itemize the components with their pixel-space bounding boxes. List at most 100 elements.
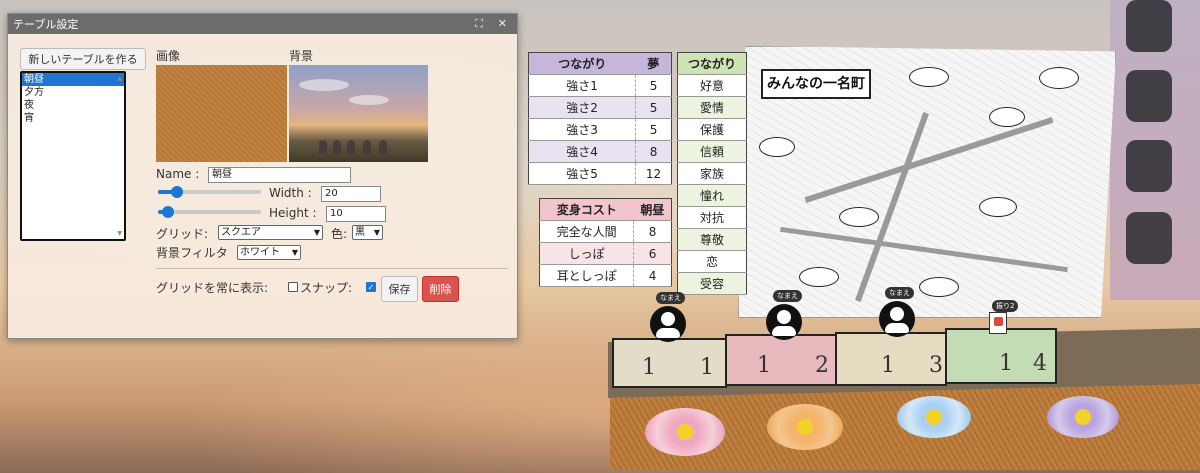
table-cell: 尊敬 xyxy=(677,228,747,251)
flower-token[interactable] xyxy=(645,408,725,456)
table-row: 尊敬 xyxy=(677,228,747,251)
new-table-button[interactable]: 新しいテーブルを作る xyxy=(20,48,146,70)
transform-cost-table[interactable]: 変身コスト 朝昼 完全な人間 8 しっぽ 6 耳としっぽ 4 xyxy=(539,198,672,287)
table-row: 憧れ xyxy=(677,184,747,207)
player-piece-avatar[interactable] xyxy=(766,304,802,340)
dialog-titlebar[interactable]: テーブル設定 ⛶ ✕ xyxy=(8,14,517,34)
grid-label: グリッド: xyxy=(156,227,209,241)
width-slider-thumb[interactable] xyxy=(171,186,183,198)
table-settings-dialog: テーブル設定 ⛶ ✕ 新しいテーブルを作る 朝昼 夕方 夜 宵 ▲ ▼ 画像 背… xyxy=(7,13,518,339)
table-cell: 信頼 xyxy=(677,140,747,163)
map-title: みんなの一名町 xyxy=(761,69,871,99)
board-cell-2[interactable]: 1 2 xyxy=(725,334,837,386)
color-select[interactable]: 黒 ▼ xyxy=(352,225,383,240)
delete-button[interactable]: 削除 xyxy=(422,276,459,302)
color-select-value: 黒 xyxy=(355,227,365,238)
grid-select[interactable]: スクエア ▼ xyxy=(218,225,323,240)
table-cell: 4 xyxy=(633,264,672,287)
table-cell: 恋 xyxy=(677,250,747,273)
close-icon[interactable]: ✕ xyxy=(498,17,507,30)
table-row: 信頼 xyxy=(677,140,747,163)
table-row: 恋 xyxy=(677,250,747,273)
table-header: つながり xyxy=(528,52,636,75)
chevron-down-icon: ▼ xyxy=(313,228,320,237)
piece-name-tag: なまえ xyxy=(885,287,914,299)
cell-number: 1 xyxy=(757,353,771,378)
divider xyxy=(156,268,508,269)
maximize-icon[interactable]: ⛶ xyxy=(475,17,483,31)
table-cell: しっぽ xyxy=(539,242,634,265)
table-row: 強さ5 12 xyxy=(528,162,672,185)
filter-select[interactable]: ホワイト ▼ xyxy=(237,245,301,260)
save-button[interactable]: 保存 xyxy=(381,276,418,302)
table-cell: 8 xyxy=(635,140,672,163)
connection-type-table[interactable]: つながり 好意 愛情 保護 信頼 家族 憧れ 対抗 尊敬 恋 受容 xyxy=(677,52,747,295)
table-row: 完全な人間 8 xyxy=(539,220,672,243)
scroll-down-icon[interactable]: ▼ xyxy=(117,230,122,237)
table-cell: 愛情 xyxy=(677,96,747,119)
table-header: 変身コスト xyxy=(539,198,634,221)
name-input[interactable]: 朝昼 xyxy=(208,167,351,183)
cell-number: 4 xyxy=(1033,351,1047,376)
table-row: 強さ3 5 xyxy=(528,118,672,141)
cell-number: 1 xyxy=(700,355,714,380)
height-label: Height : xyxy=(269,206,317,220)
flower-token[interactable] xyxy=(767,404,843,450)
table-list-item[interactable]: 宵 xyxy=(22,112,124,125)
table-cell: 12 xyxy=(635,162,672,185)
grid-select-value: スクエア xyxy=(221,227,261,238)
cell-number: 3 xyxy=(929,353,943,378)
background-block xyxy=(1126,140,1172,192)
table-cell: 保護 xyxy=(677,118,747,141)
grid-always-checkbox[interactable] xyxy=(288,282,298,292)
card-piece[interactable] xyxy=(989,312,1007,334)
snap-checkbox[interactable]: ✓ xyxy=(366,282,376,292)
table-list-item[interactable]: 夕方 xyxy=(22,86,124,99)
snap-label: スナップ: xyxy=(300,281,353,295)
background-image-preview[interactable] xyxy=(289,65,428,162)
height-slider-thumb[interactable] xyxy=(162,206,174,218)
table-row: 強さ2 5 xyxy=(528,96,672,119)
background-block xyxy=(1126,0,1172,52)
table-row: 強さ4 8 xyxy=(528,140,672,163)
table-cell: 強さ4 xyxy=(528,140,636,163)
grid-always-label: グリッドを常に表示: xyxy=(156,281,269,295)
flower-token[interactable] xyxy=(897,396,971,438)
connection-strength-table[interactable]: つながり 夢 強さ1 5 強さ2 5 強さ3 5 強さ4 8 強さ5 12 xyxy=(528,52,672,185)
chevron-down-icon: ▼ xyxy=(373,228,380,237)
table-cell: 6 xyxy=(633,242,672,265)
table-image-preview[interactable] xyxy=(156,65,287,162)
player-piece-avatar[interactable] xyxy=(879,301,915,337)
table-row: しっぽ 6 xyxy=(539,242,672,265)
town-map-image[interactable]: みんなの一名町 xyxy=(738,46,1116,318)
background-label: 背景 xyxy=(289,49,314,63)
table-row: 家族 xyxy=(677,162,747,185)
chevron-down-icon: ▼ xyxy=(291,248,298,257)
table-row: 好意 xyxy=(677,74,747,97)
table-cell: 5 xyxy=(635,118,672,141)
table-cell: 完全な人間 xyxy=(539,220,634,243)
width-input[interactable]: 20 xyxy=(321,186,381,202)
filter-label: 背景フィルタ xyxy=(156,246,228,260)
player-piece-avatar[interactable] xyxy=(650,306,686,342)
cell-number: 1 xyxy=(999,351,1013,376)
cell-number: 2 xyxy=(815,353,829,378)
table-cell: 受容 xyxy=(677,272,747,295)
table-list[interactable]: 朝昼 夕方 夜 宵 ▲ ▼ xyxy=(20,71,126,241)
height-input[interactable]: 10 xyxy=(326,206,386,222)
piece-name-tag: なまえ xyxy=(773,290,802,302)
board-cell-1[interactable]: 1 1 xyxy=(612,338,727,388)
table-list-item[interactable]: 朝昼 xyxy=(22,73,124,86)
table-row: 対抗 xyxy=(677,206,747,229)
image-label: 画像 xyxy=(156,49,181,63)
height-slider[interactable] xyxy=(158,206,261,218)
table-cell: 対抗 xyxy=(677,206,747,229)
table-cell: 耳としっぽ xyxy=(539,264,634,287)
table-list-item[interactable]: 夜 xyxy=(22,99,124,112)
board-cell-3[interactable]: 1 3 xyxy=(835,332,947,386)
scroll-up-icon[interactable]: ▲ xyxy=(117,75,122,82)
background-block xyxy=(1126,212,1172,264)
width-slider[interactable] xyxy=(158,186,261,198)
board-cell-4[interactable]: 1 4 xyxy=(945,328,1057,384)
flower-token[interactable] xyxy=(1047,396,1119,438)
